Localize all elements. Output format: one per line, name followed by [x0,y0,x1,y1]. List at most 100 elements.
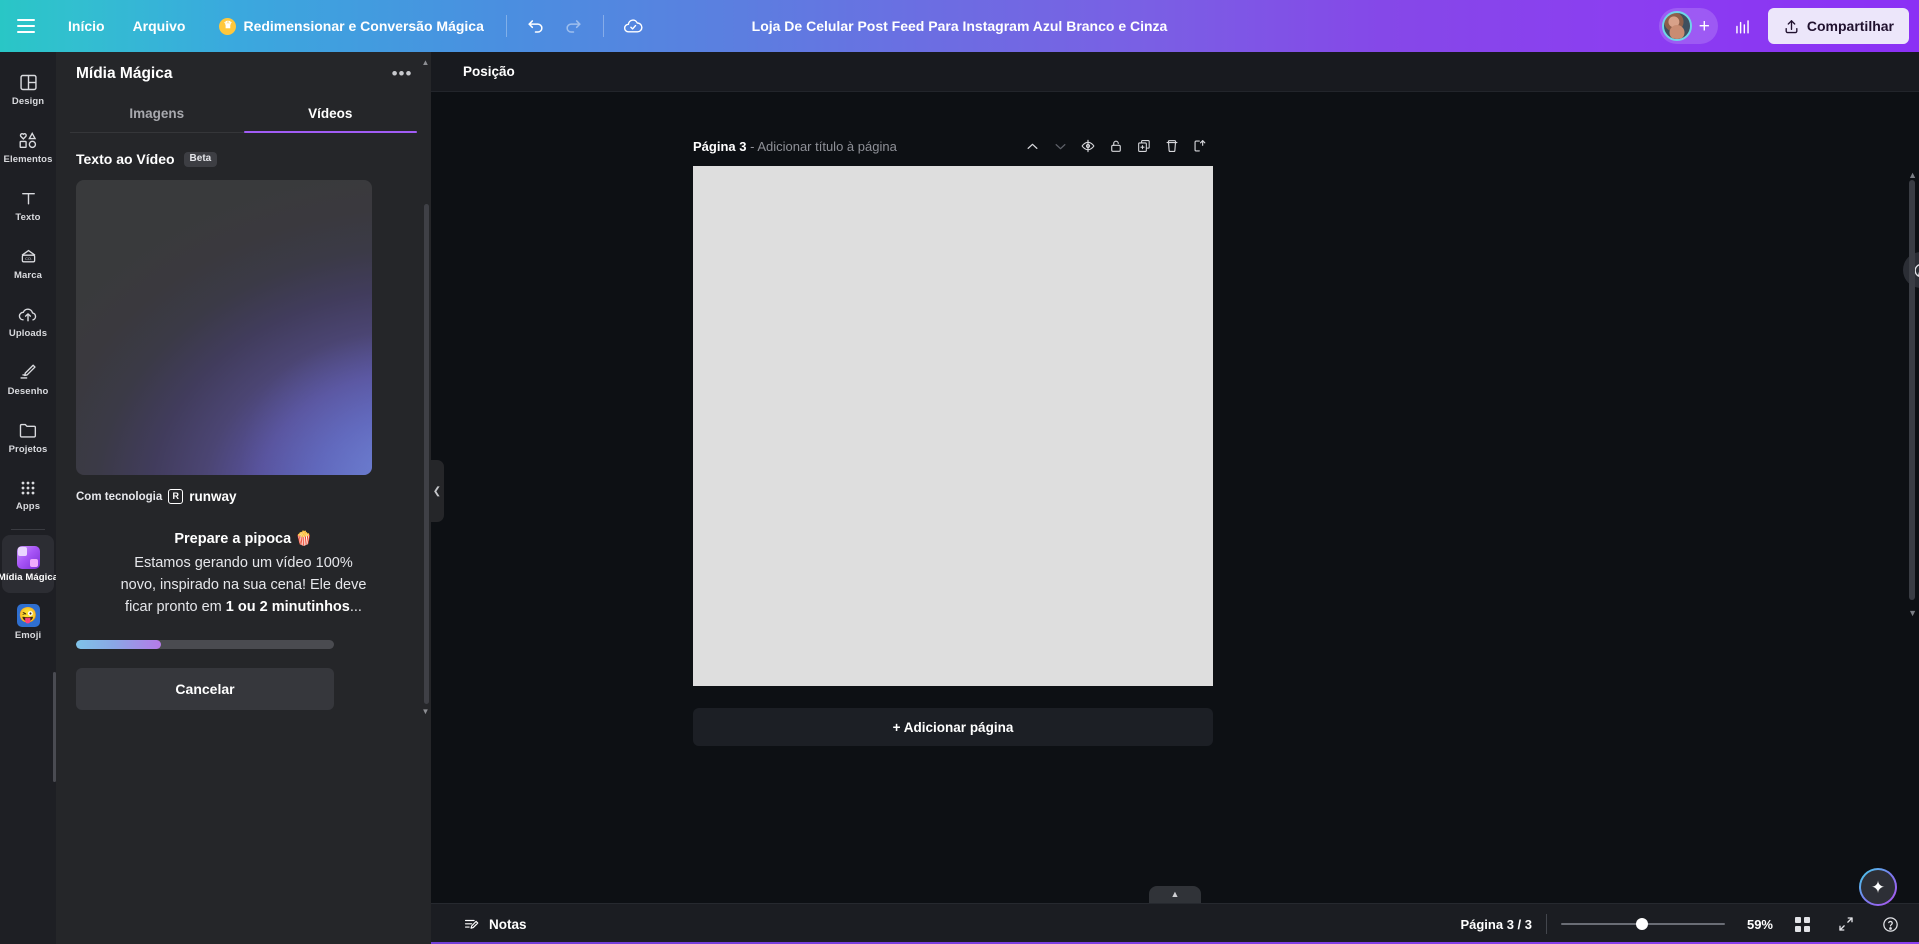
editor-area: Posição Página 3 - Adicionar título à pá… [431,52,1919,944]
sidebar-item-label: Marca [14,270,42,281]
top-bar-right: + Compartilhar [1659,0,1909,52]
delete-page-icon[interactable] [1159,133,1185,159]
add-people-button[interactable]: + [1699,17,1710,36]
sidebar-item-design[interactable]: Design [2,60,54,118]
zoom-level-label: 59% [1739,917,1773,932]
timeline-expand-handle[interactable]: ▲ [1149,886,1201,903]
left-rail: Design Elementos Texto CO. Marca Uploads… [0,52,56,944]
status-heading: Prepare a pipoca [174,531,291,547]
position-button[interactable]: Posição [453,58,525,85]
sidebar-item-label: Apps [16,501,40,512]
sparkle-icon[interactable]: ✦ [1859,868,1897,906]
sidebar-item-label: Elementos [4,154,53,165]
cancel-button[interactable]: Cancelar [76,668,334,710]
home-button[interactable]: Início [56,11,117,41]
status-divider [1546,914,1547,934]
panel-scrollbar[interactable] [424,204,429,704]
fullscreen-icon[interactable] [1831,909,1861,939]
sidebar-item-emoji[interactable]: 😜 Emoji [2,593,54,651]
page-actions [1019,133,1213,159]
panel-title: Mídia Mágica [76,65,172,83]
notes-button[interactable]: Notas [453,910,537,939]
grid-view-icon[interactable] [1787,909,1817,939]
avatar[interactable] [1662,11,1692,41]
hamburger-icon[interactable] [0,0,52,52]
status-line-1: Estamos gerando um vídeo 100% [82,552,405,574]
text-t-icon [18,188,39,209]
sidebar-item-desenho[interactable]: Desenho [2,350,54,408]
canvas-scroll-down-arrow[interactable]: ▼ [1908,608,1917,618]
magic-media-tile-icon [17,546,40,569]
magic-resize-button[interactable]: ♛ Redimensionar e Conversão Mágica [207,11,495,42]
video-preview[interactable] [76,180,372,475]
tab-imagens[interactable]: Imagens [70,96,244,132]
notes-icon [463,916,480,933]
zoom-slider[interactable] [1561,917,1725,931]
panel-collapse-toggle[interactable]: ❮ [430,460,444,522]
status-line-3: ficar pronto em 1 ou 2 minutinhos... [82,596,405,618]
page-counter: Página 3 / 3 [1460,917,1532,932]
layout-icon [18,72,39,93]
page-title-placeholder[interactable]: Adicionar título à página [757,139,896,154]
undo-icon[interactable] [519,9,553,43]
lock-page-icon[interactable] [1103,133,1129,159]
panel-scroll-up-arrow[interactable]: ▲ [421,58,430,67]
sidebar-item-label: Uploads [9,328,47,339]
move-up-icon[interactable] [1019,133,1045,159]
sidebar-item-label: Design [12,96,44,107]
crown-icon: ♛ [219,18,236,35]
notes-label: Notas [489,917,527,932]
sidebar-item-label: Projetos [9,444,48,455]
page-label[interactable]: Página 3 - Adicionar título à página [693,139,897,154]
hide-page-icon[interactable] [1075,133,1101,159]
sidebar-item-elementos[interactable]: Elementos [2,118,54,176]
sidebar-item-label: Emoji [15,630,41,641]
status-bar: Notas Página 3 / 3 59% [431,903,1919,944]
page-title-separator: - [746,139,757,154]
context-toolbar: Posição [431,52,1919,92]
toolbar-divider-2 [603,15,604,37]
sidebar-item-midia-magica[interactable]: Mídia Mágica [2,535,54,593]
panel-tabs: Imagens Vídeos [70,96,417,133]
bar-chart-icon[interactable] [1726,9,1760,43]
emoji-tile-icon: 😜 [17,604,40,627]
share-button[interactable]: Compartilhar [1768,8,1909,44]
chevron-up-icon: ▲ [1171,889,1180,899]
design-title[interactable]: Loja De Celular Post Feed Para Instagram… [740,11,1180,41]
sidebar-item-uploads[interactable]: Uploads [2,292,54,350]
pencil-draw-icon [17,361,39,383]
status-line-3-bold: 1 ou 2 minutinhos [226,599,350,615]
add-page-button[interactable]: + Adicionar página [693,708,1213,746]
panel-scroll-down-arrow[interactable]: ▼ [421,707,430,716]
duplicate-page-icon[interactable] [1131,133,1157,159]
sidebar-item-texto[interactable]: Texto [2,176,54,234]
beta-badge: Beta [184,152,218,167]
upload-cloud-icon [17,303,39,325]
canvas-scroll-up-arrow[interactable]: ▲ [1908,170,1917,180]
status-heading-row: Prepare a pipoca 🍿 [82,528,405,550]
sidebar-item-projetos[interactable]: Projetos [2,408,54,466]
canvas-scroll-area[interactable]: Página 3 - Adicionar título à página [431,92,1919,903]
cloud-saved-icon[interactable] [616,9,650,43]
status-bar-right: Página 3 / 3 59% [1460,909,1905,939]
page-canvas[interactable] [693,166,1213,686]
expand-page-icon[interactable] [1187,133,1213,159]
rail-scrollbar[interactable] [53,672,56,782]
share-label: Compartilhar [1807,18,1894,34]
move-down-icon[interactable] [1047,133,1073,159]
status-line-2: novo, inspirado na sua cena! Ele deve [82,574,405,596]
sidebar-item-apps[interactable]: Apps [2,466,54,524]
status-line-3-post: ... [350,599,362,615]
grid-glyph [1795,917,1810,932]
redo-icon[interactable] [557,9,591,43]
collaborators-group[interactable]: + [1659,8,1718,44]
top-bar: Início Arquivo ♛ Redimensionar e Convers… [0,0,1919,52]
canvas-scrollbar[interactable] [1909,180,1915,600]
help-icon[interactable] [1875,909,1905,939]
tab-videos[interactable]: Vídeos [244,96,418,132]
sidebar-item-marca[interactable]: CO. Marca [2,234,54,292]
more-options-icon[interactable]: ••• [387,59,417,89]
zoom-slider-knob[interactable] [1636,918,1648,930]
file-menu-button[interactable]: Arquivo [121,11,198,41]
powered-by-label: Com tecnologia [76,491,162,503]
